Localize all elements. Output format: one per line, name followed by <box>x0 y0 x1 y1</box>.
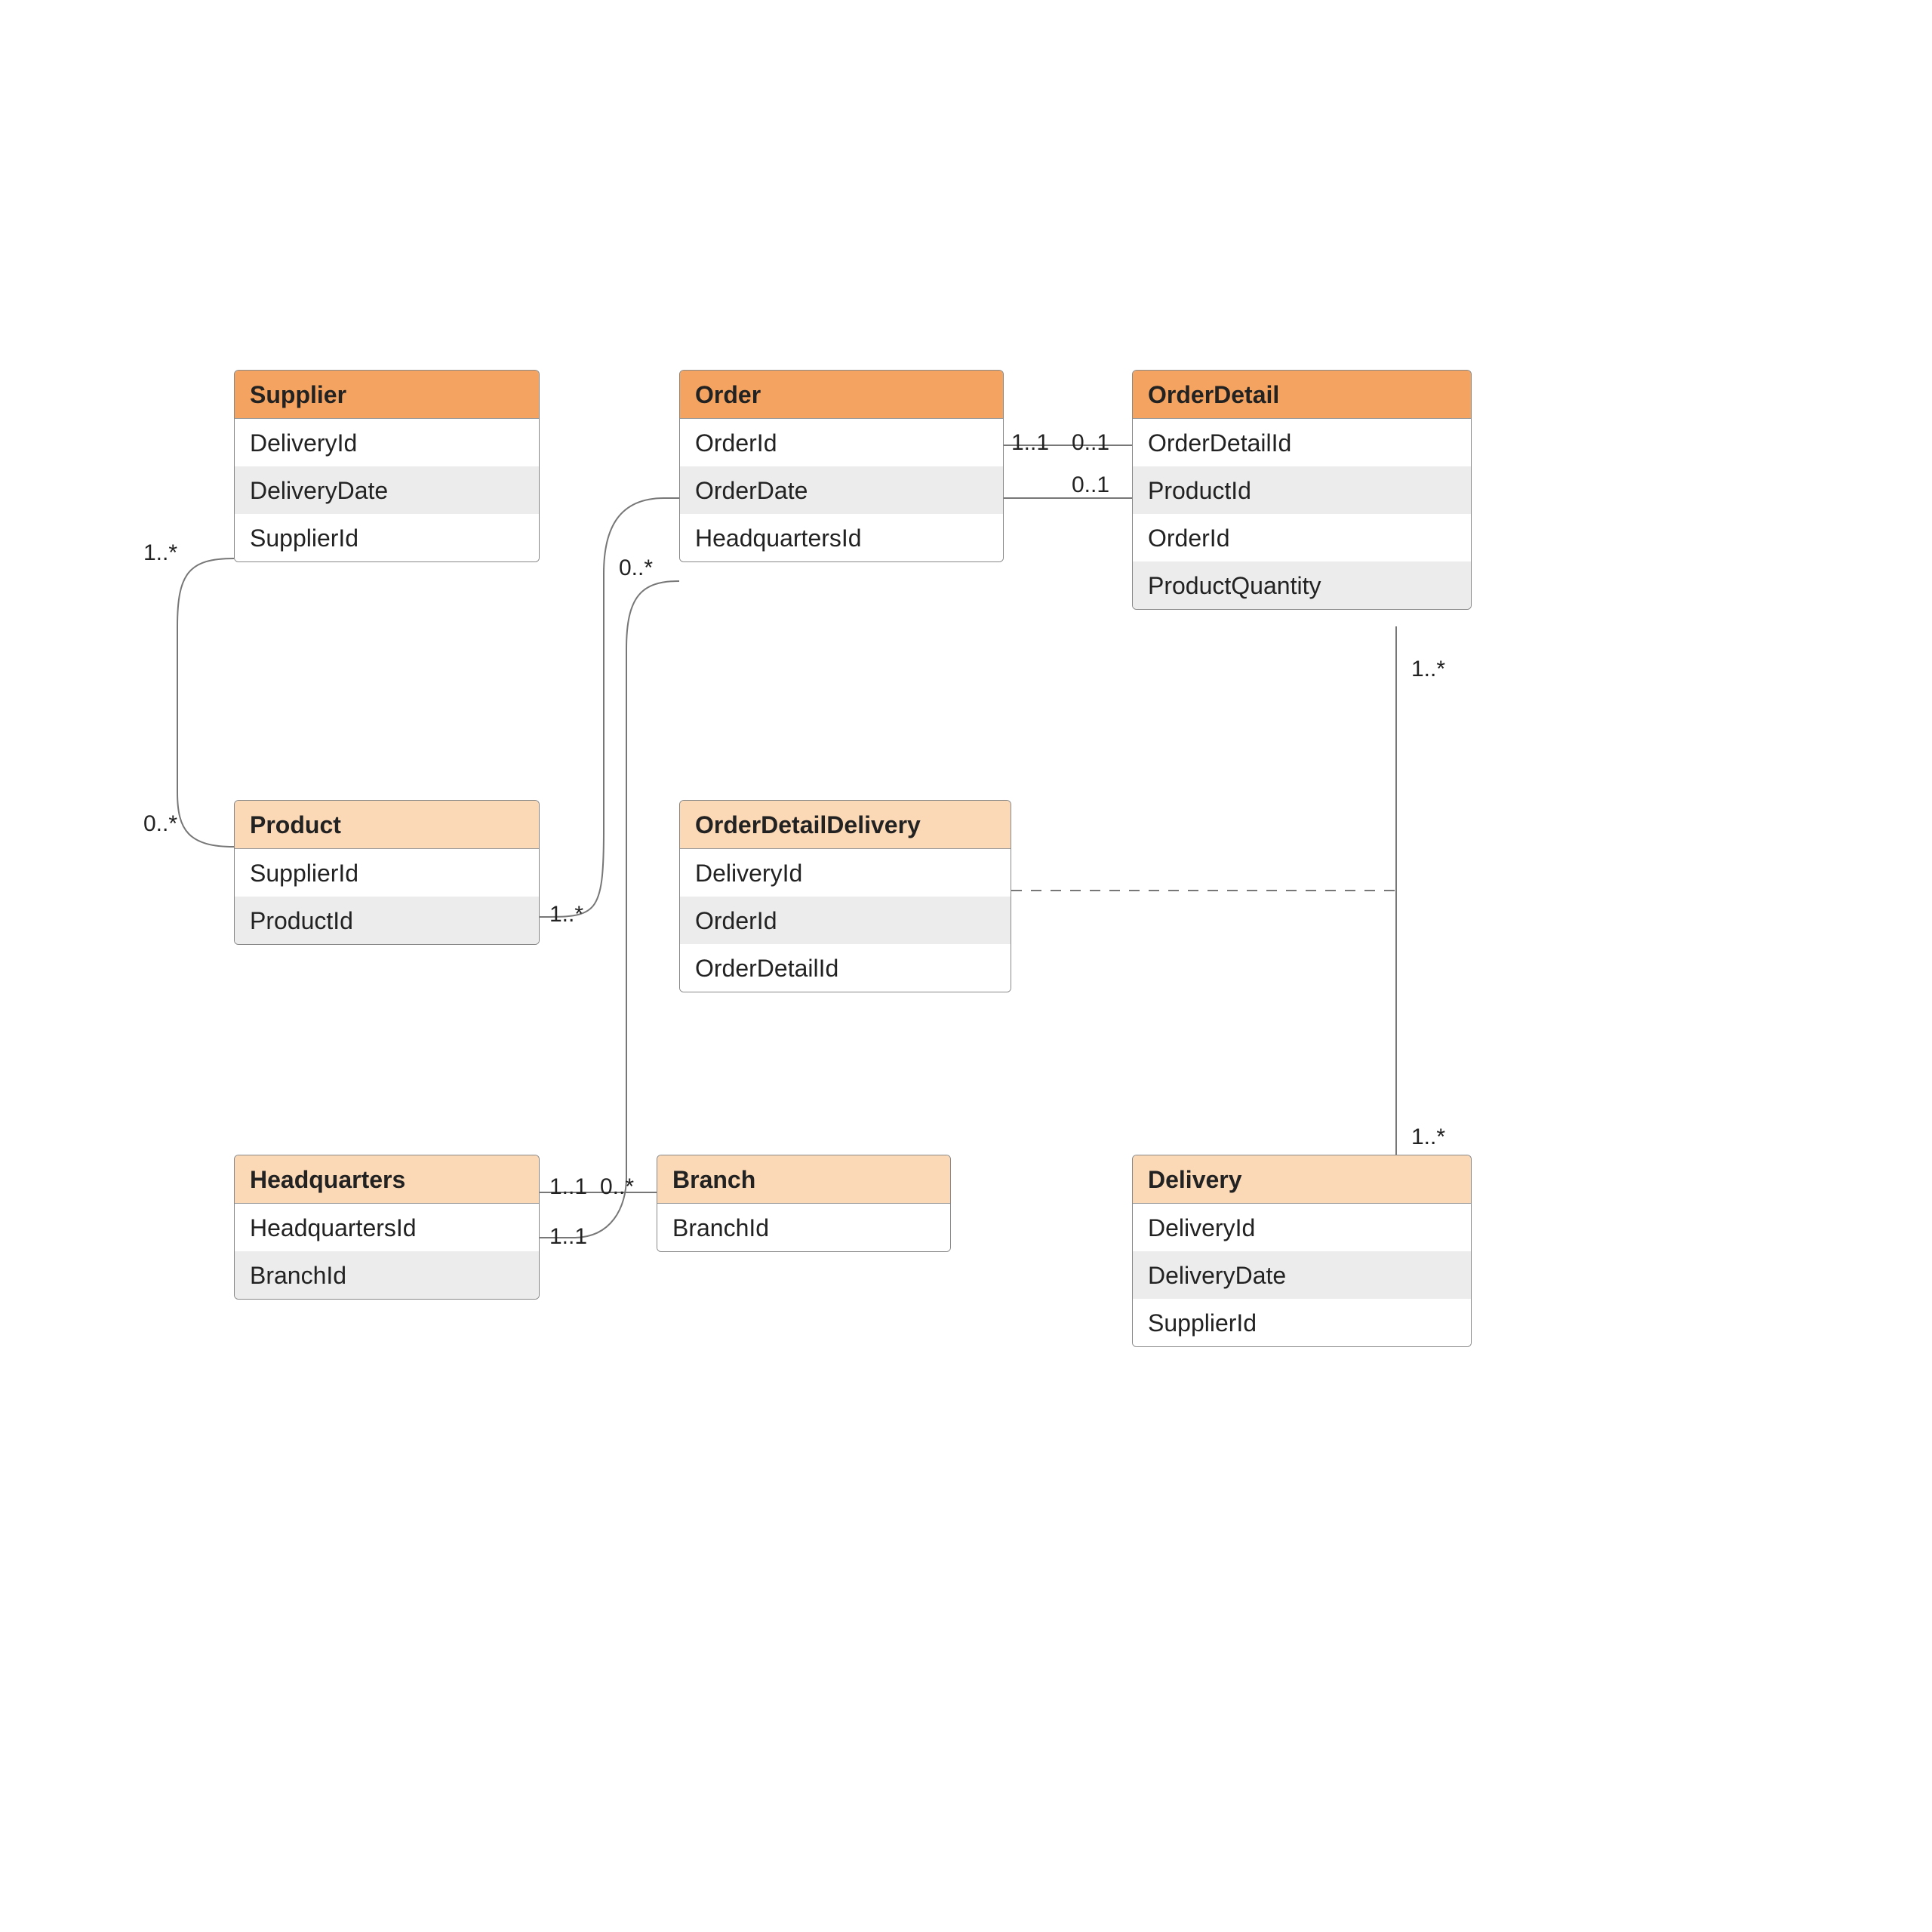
entity-orderdetaildelivery-title: OrderDetailDelivery <box>680 801 1011 849</box>
attr-delivery-deliverydate: DeliveryDate <box>1133 1251 1471 1299</box>
mult-product-side: 0..* <box>143 811 177 837</box>
attr-odd-orderdetailid: OrderDetailId <box>680 944 1011 992</box>
entity-orderdetail: OrderDetail OrderDetailId ProductId Orde… <box>1132 370 1472 610</box>
attr-hq-branchid: BranchId <box>235 1251 539 1299</box>
attr-delivery-supplierid: SupplierId <box>1133 1299 1471 1346</box>
entity-order-title: Order <box>680 371 1003 419</box>
mult-product-right: 1..* <box>549 902 583 928</box>
attr-product-productid: ProductId <box>235 897 539 944</box>
mult-branch-left: 0..* <box>600 1174 634 1200</box>
attr-supplier-supplierid: SupplierId <box>235 514 539 561</box>
attr-product-supplierid: SupplierId <box>235 849 539 897</box>
attr-supplier-deliverydate: DeliveryDate <box>235 466 539 514</box>
attr-orderdetail-orderdetailid: OrderDetailId <box>1133 419 1471 466</box>
entity-headquarters: Headquarters HeadquartersId BranchId <box>234 1155 540 1300</box>
edge-supplier-product <box>177 558 234 847</box>
mult-order-left: 0..* <box>619 555 653 581</box>
entity-headquarters-title: Headquarters <box>235 1155 539 1204</box>
attr-orderdetail-orderid: OrderId <box>1133 514 1471 561</box>
mult-delivery-top: 1..* <box>1411 1124 1445 1150</box>
mult-order-right: 1..1 <box>1011 430 1049 456</box>
mult-orderdetail-left-mid: 0..1 <box>1072 472 1109 498</box>
entity-delivery-title: Delivery <box>1133 1155 1471 1204</box>
entity-delivery: Delivery DeliveryId DeliveryDate Supplie… <box>1132 1155 1472 1347</box>
entity-branch: Branch BranchId <box>657 1155 951 1252</box>
attr-odd-deliveryid: DeliveryId <box>680 849 1011 897</box>
entity-supplier-title: Supplier <box>235 371 539 419</box>
entity-supplier: Supplier DeliveryId DeliveryDate Supplie… <box>234 370 540 562</box>
entity-product: Product SupplierId ProductId <box>234 800 540 945</box>
attr-order-orderid: OrderId <box>680 419 1003 466</box>
mult-orderdetail-left-top: 0..1 <box>1072 430 1109 456</box>
mult-supplier-side: 1..* <box>143 540 177 566</box>
attr-orderdetail-productquantity: ProductQuantity <box>1133 561 1471 609</box>
attr-odd-orderid: OrderId <box>680 897 1011 944</box>
entity-orderdetail-title: OrderDetail <box>1133 371 1471 419</box>
entity-product-title: Product <box>235 801 539 849</box>
entity-branch-title: Branch <box>657 1155 950 1204</box>
mult-hq-right-bot: 1..1 <box>549 1224 587 1250</box>
attr-branch-branchid: BranchId <box>657 1204 950 1251</box>
attr-order-orderdate: OrderDate <box>680 466 1003 514</box>
attr-supplier-deliveryid: DeliveryId <box>235 419 539 466</box>
entity-order: Order OrderId OrderDate HeadquartersId <box>679 370 1004 562</box>
attr-hq-headquartersid: HeadquartersId <box>235 1204 539 1251</box>
er-diagram-canvas: Supplier DeliveryId DeliveryDate Supplie… <box>0 0 1932 1932</box>
mult-hq-right-top: 1..1 <box>549 1174 587 1200</box>
entity-orderdetaildelivery: OrderDetailDelivery DeliveryId OrderId O… <box>679 800 1011 992</box>
attr-delivery-deliveryid: DeliveryId <box>1133 1204 1471 1251</box>
mult-orderdetail-bottom: 1..* <box>1411 657 1445 682</box>
attr-orderdetail-productid: ProductId <box>1133 466 1471 514</box>
attr-order-headquartersid: HeadquartersId <box>680 514 1003 561</box>
